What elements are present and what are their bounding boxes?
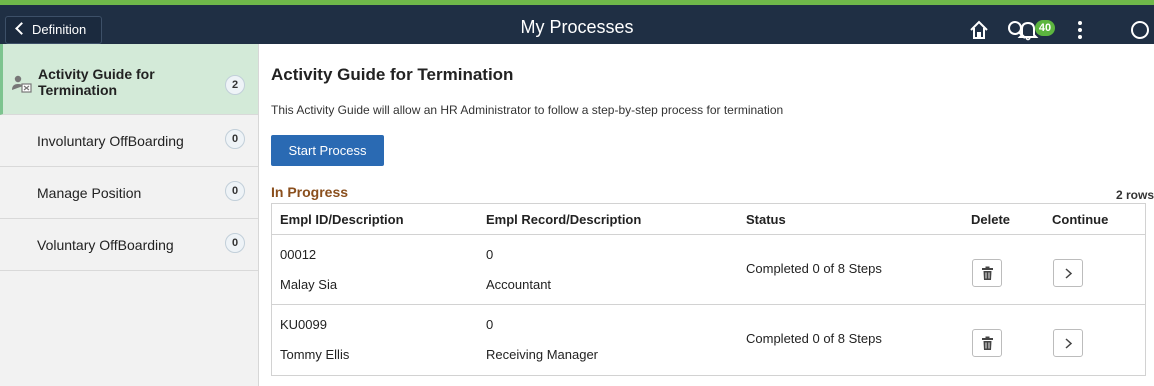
empl-id: KU0099 <box>280 317 327 332</box>
delete-button[interactable] <box>972 259 1002 287</box>
top-header-bar: Definition My Processes 40 <box>0 0 1154 44</box>
empl-id: 00012 <box>280 247 317 262</box>
person-remove-icon <box>12 75 32 93</box>
table-row: KU0099 Tommy Ellis 0 Receiving Manager C… <box>272 305 1145 375</box>
home-icon[interactable] <box>968 19 990 41</box>
sidebar-item-activity-guide-termination[interactable]: Activity Guide for Termination 2 <box>0 44 258 115</box>
employee-name: Tommy Ellis <box>280 347 350 362</box>
sidebar: Activity Guide for Termination 2 Involun… <box>0 44 259 386</box>
column-header-empl-id: Empl ID/Description <box>280 212 404 227</box>
back-button-label: Definition <box>32 22 87 37</box>
table-row: 00012 Malay Sia 0 Accountant Completed 0… <box>272 235 1145 305</box>
column-header-delete: Delete <box>971 212 1011 227</box>
sidebar-item-label: Activity Guide for Termination <box>38 66 155 98</box>
sidebar-item-label: Manage Position <box>37 185 142 201</box>
rows-count: 2 rows <box>1115 188 1154 202</box>
sidebar-item-count: 0 <box>225 233 245 253</box>
empl-record-description: Receiving Manager <box>486 347 599 362</box>
more-actions-icon[interactable] <box>1069 19 1091 41</box>
sidebar-item-count: 0 <box>225 181 245 201</box>
empl-record: 0 <box>486 317 494 332</box>
continue-button[interactable] <box>1053 259 1083 287</box>
trash-icon <box>982 266 993 280</box>
delete-button[interactable] <box>972 329 1002 357</box>
activity-guide-title: Activity Guide for Termination <box>271 65 514 84</box>
back-button[interactable]: Definition <box>5 16 102 44</box>
in-progress-grid: Empl ID/Description Empl Record/Descript… <box>271 203 1146 376</box>
sidebar-item-manage-position[interactable]: Manage Position 0 <box>0 167 258 219</box>
sidebar-item-involuntary-offboarding[interactable]: Involuntary OffBoarding 0 <box>0 115 258 167</box>
start-process-button[interactable]: Start Process <box>271 135 384 166</box>
navbar-icon[interactable] <box>1129 19 1151 41</box>
column-header-empl-record: Empl Record/Description <box>486 212 642 227</box>
continue-button[interactable] <box>1053 329 1083 357</box>
empl-record-description: Accountant <box>486 277 552 292</box>
sidebar-item-voluntary-offboarding[interactable]: Voluntary OffBoarding 0 <box>0 219 258 271</box>
trash-icon <box>982 336 993 350</box>
notification-badge: 40 <box>1035 20 1055 36</box>
column-header-status: Status <box>746 212 786 227</box>
employee-name: Malay Sia <box>280 277 338 292</box>
sidebar-item-label: Voluntary OffBoarding <box>37 237 174 253</box>
status-text: Completed 0 of 8 Steps <box>746 261 882 276</box>
activity-guide-description: This Activity Guide will allow an HR Adm… <box>271 103 784 117</box>
sidebar-item-count: 0 <box>225 129 245 149</box>
chevron-left-icon <box>15 22 28 35</box>
sidebar-item-label: Involuntary OffBoarding <box>37 133 184 149</box>
sidebar-item-count: 2 <box>225 75 245 95</box>
status-text: Completed 0 of 8 Steps <box>746 331 882 346</box>
grid-header: Empl ID/Description Empl Record/Descript… <box>272 204 1145 235</box>
in-progress-title: In Progress <box>271 184 349 200</box>
chevron-right-icon <box>1065 338 1073 349</box>
chevron-right-icon <box>1065 268 1073 279</box>
column-header-continue: Continue <box>1052 212 1109 227</box>
empl-record: 0 <box>486 247 494 262</box>
